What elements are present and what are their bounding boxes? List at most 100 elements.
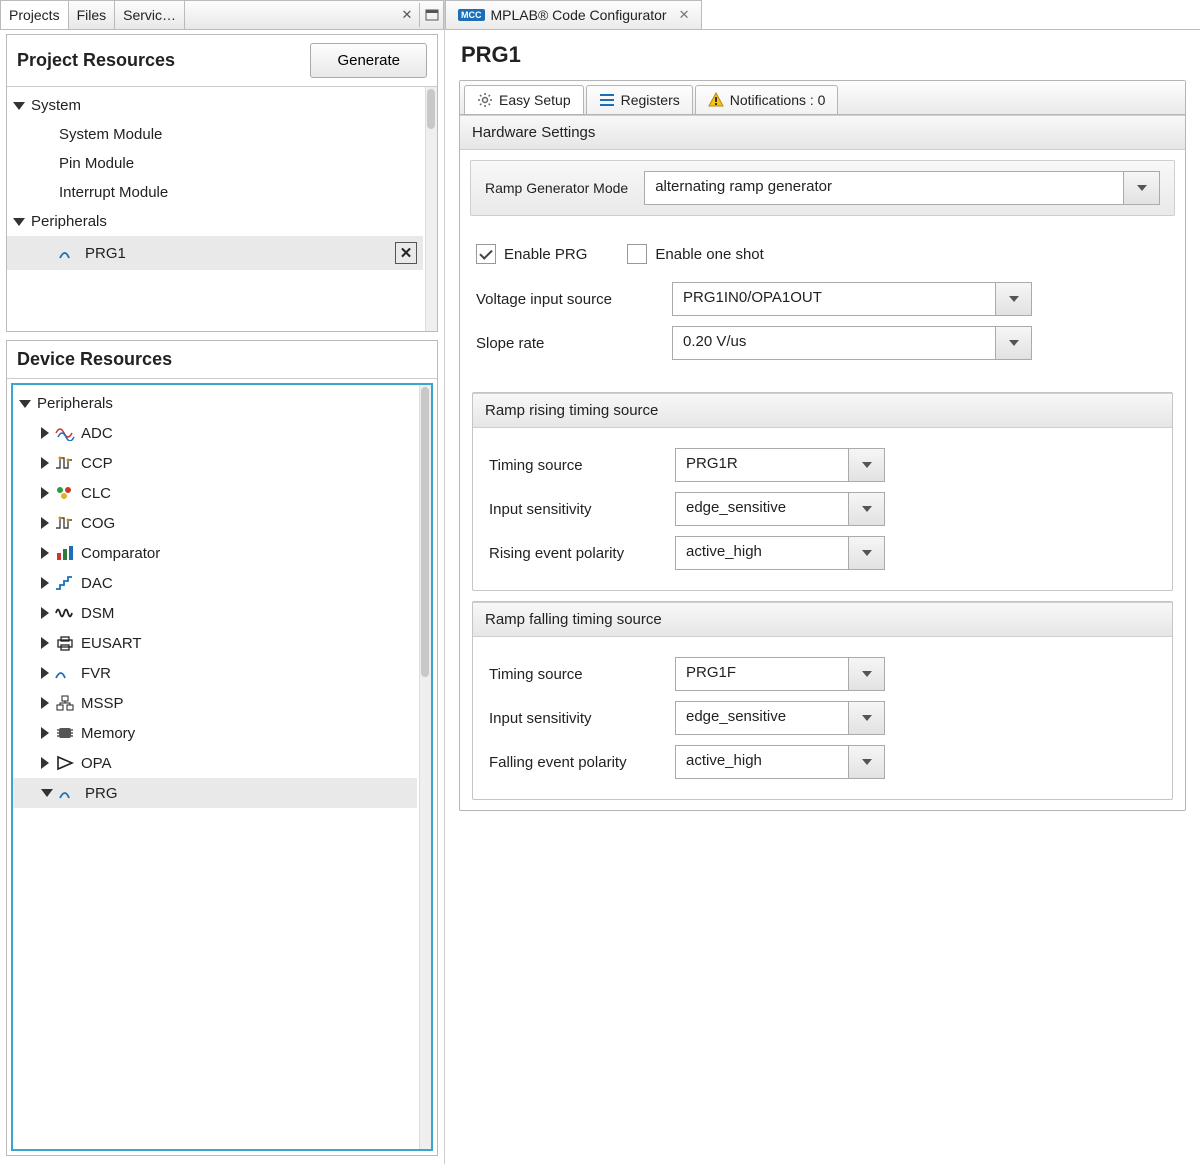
tab-projects[interactable]: Projects bbox=[1, 1, 69, 29]
tree-node-peripherals[interactable]: Peripherals bbox=[13, 389, 417, 418]
chevron-down-icon bbox=[848, 746, 884, 778]
tree-label: Peripherals bbox=[31, 213, 107, 230]
chevron-down-icon bbox=[848, 537, 884, 569]
project-resources-tree: System System Module Pin Module Interrup… bbox=[7, 87, 423, 274]
falling-pol-select[interactable]: active_high bbox=[675, 745, 885, 779]
tree-item-clc[interactable]: CLC bbox=[13, 478, 417, 508]
enable-one-shot-checkbox[interactable] bbox=[627, 244, 647, 264]
tree-item-prg1[interactable]: PRG1 ✕ bbox=[7, 236, 423, 270]
opamp-icon bbox=[55, 754, 75, 772]
rising-pol-label: Rising event polarity bbox=[489, 545, 659, 562]
tree-item-mssp[interactable]: MSSP bbox=[13, 688, 417, 718]
waveform-icon bbox=[55, 424, 75, 442]
rising-timing-label: Timing source bbox=[489, 457, 659, 474]
ramp-icon bbox=[59, 784, 79, 802]
chip-icon bbox=[55, 724, 75, 742]
sine-icon bbox=[55, 604, 75, 622]
falling-header: Ramp falling timing source bbox=[473, 602, 1172, 637]
editor-tab-bar: MCC MPLAB® Code Configurator ✕ bbox=[445, 0, 1200, 30]
hardware-settings-header: Hardware Settings bbox=[460, 115, 1185, 150]
rising-pol-select[interactable]: active_high bbox=[675, 536, 885, 570]
chevron-right-icon bbox=[41, 457, 49, 469]
slope-rate-select[interactable]: 0.20 V/us bbox=[672, 326, 1032, 360]
ramp-icon bbox=[59, 244, 79, 262]
bar-chart-icon bbox=[55, 544, 75, 562]
tree-node-system[interactable]: System bbox=[7, 91, 423, 120]
pulse-icon bbox=[55, 514, 75, 532]
device-resources-title: Device Resources bbox=[17, 349, 427, 370]
falling-sens-select[interactable]: edge_sensitive bbox=[675, 701, 885, 735]
chevron-right-icon bbox=[41, 757, 49, 769]
chevron-right-icon bbox=[41, 577, 49, 589]
scrollbar[interactable] bbox=[425, 87, 437, 331]
tree-item-ccp[interactable]: CCP bbox=[13, 448, 417, 478]
remove-peripheral-button[interactable]: ✕ bbox=[395, 242, 417, 264]
tree-item-opa[interactable]: OPA bbox=[13, 748, 417, 778]
falling-sens-label: Input sensitivity bbox=[489, 710, 659, 727]
tree-item-prg[interactable]: PRG bbox=[13, 778, 417, 808]
chevron-right-icon bbox=[41, 667, 49, 679]
chevron-right-icon bbox=[41, 727, 49, 739]
generate-button[interactable]: Generate bbox=[310, 43, 427, 78]
ramp-mode-select[interactable]: alternating ramp generator bbox=[644, 171, 1160, 205]
ramp-icon bbox=[55, 664, 75, 682]
tree-item-interrupt-module[interactable]: Interrupt Module bbox=[7, 178, 423, 207]
tab-easy-setup[interactable]: Easy Setup bbox=[464, 85, 584, 114]
enable-prg-label: Enable PRG bbox=[504, 246, 587, 263]
enable-prg-checkbox[interactable] bbox=[476, 244, 496, 264]
rising-group: Ramp rising timing source Timing source … bbox=[472, 392, 1173, 591]
stairs-icon bbox=[55, 574, 75, 592]
tree-item-pin-module[interactable]: Pin Module bbox=[7, 149, 423, 178]
tree-item-comparator[interactable]: Comparator bbox=[13, 538, 417, 568]
tab-registers[interactable]: Registers bbox=[586, 85, 693, 114]
scrollbar[interactable] bbox=[419, 385, 431, 1149]
tree-item-dsm[interactable]: DSM bbox=[13, 598, 417, 628]
voltage-input-select[interactable]: PRG1IN0/OPA1OUT bbox=[672, 282, 1032, 316]
falling-timing-label: Timing source bbox=[489, 666, 659, 683]
slope-rate-label: Slope rate bbox=[476, 335, 656, 352]
tree-node-peripherals[interactable]: Peripherals bbox=[7, 207, 423, 236]
chevron-down-icon bbox=[1123, 172, 1159, 204]
rising-sens-label: Input sensitivity bbox=[489, 501, 659, 518]
ramp-mode-label: Ramp Generator Mode bbox=[485, 180, 628, 196]
close-icon[interactable]: ✕ bbox=[395, 3, 419, 27]
project-resources-title: Project Resources bbox=[17, 50, 310, 71]
enable-one-shot-label: Enable one shot bbox=[655, 246, 763, 263]
chevron-right-icon bbox=[41, 487, 49, 499]
falling-group: Ramp falling timing source Timing source… bbox=[472, 601, 1173, 800]
tree-item-dac[interactable]: DAC bbox=[13, 568, 417, 598]
chevron-down-icon bbox=[41, 789, 53, 797]
device-resources-tree: Peripherals ADC CCP bbox=[13, 385, 417, 812]
rising-sens-select[interactable]: edge_sensitive bbox=[675, 492, 885, 526]
chevron-right-icon bbox=[41, 607, 49, 619]
printer-icon bbox=[55, 634, 75, 652]
tree-item-fvr[interactable]: FVR bbox=[13, 658, 417, 688]
voltage-input-label: Voltage input source bbox=[476, 291, 656, 308]
chevron-down-icon bbox=[848, 493, 884, 525]
gear-icon bbox=[477, 92, 493, 108]
tree-item-system-module[interactable]: System Module bbox=[7, 120, 423, 149]
config-panel: Easy Setup Registers Notifications : 0 H… bbox=[459, 80, 1186, 811]
left-tab-bar: Projects Files Servic… ✕ bbox=[0, 0, 444, 30]
page-title: PRG1 bbox=[461, 42, 1186, 68]
mcc-badge-icon: MCC bbox=[458, 9, 485, 21]
tab-mcc[interactable]: MCC MPLAB® Code Configurator ✕ bbox=[445, 0, 702, 29]
tab-notifications[interactable]: Notifications : 0 bbox=[695, 85, 839, 114]
tree-item-adc[interactable]: ADC bbox=[13, 418, 417, 448]
tab-services[interactable]: Servic… bbox=[115, 1, 185, 29]
tree-item-memory[interactable]: Memory bbox=[13, 718, 417, 748]
tree-label: System bbox=[31, 97, 81, 114]
rising-header: Ramp rising timing source bbox=[473, 393, 1172, 428]
chevron-down-icon bbox=[19, 400, 31, 408]
tree-item-cog[interactable]: COG bbox=[13, 508, 417, 538]
warning-icon bbox=[708, 92, 724, 108]
chevron-right-icon bbox=[41, 637, 49, 649]
falling-timing-select[interactable]: PRG1F bbox=[675, 657, 885, 691]
minimize-icon[interactable] bbox=[419, 3, 443, 27]
chevron-right-icon bbox=[41, 427, 49, 439]
chevron-down-icon bbox=[848, 658, 884, 690]
close-icon[interactable]: ✕ bbox=[679, 7, 690, 23]
rising-timing-select[interactable]: PRG1R bbox=[675, 448, 885, 482]
tree-item-eusart[interactable]: EUSART bbox=[13, 628, 417, 658]
tab-files[interactable]: Files bbox=[69, 1, 116, 29]
